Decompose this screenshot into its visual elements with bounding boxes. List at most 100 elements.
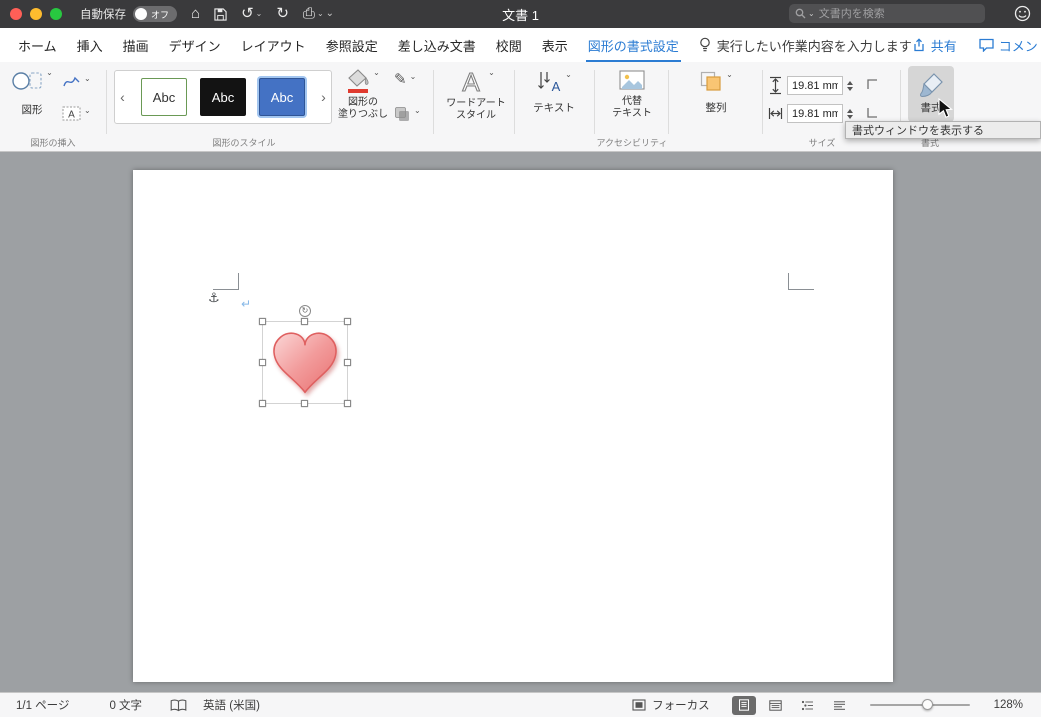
page-indicator[interactable]: 1/1 ページ — [16, 697, 69, 713]
text-box-button[interactable]: A ⌄ — [62, 106, 91, 121]
layout-options-top-button[interactable] — [866, 78, 879, 91]
save-icon[interactable] — [214, 7, 227, 21]
tab-home[interactable]: ホーム — [8, 28, 67, 62]
shape-style-option-3[interactable]: Abc — [259, 78, 305, 116]
search-scope-chevron-icon[interactable]: ⌄ — [808, 9, 815, 18]
wordart-styles-label: ワードアート スタイル — [446, 98, 506, 121]
rotate-handle[interactable]: ↻ — [299, 305, 311, 317]
wordart-styles-button[interactable]: A ⌄ ワードアート スタイル — [445, 68, 507, 122]
anchor-icon: ⚓ — [208, 290, 220, 305]
height-stepper-down-icon[interactable] — [847, 86, 853, 91]
tab-design[interactable]: デザイン — [159, 28, 231, 62]
arrange-button[interactable]: ⌄ 整列 — [690, 70, 742, 114]
web-layout-view-button[interactable] — [764, 696, 788, 715]
focus-mode-button[interactable]: フォーカス — [632, 697, 710, 713]
text-options-button[interactable]: A ⌄ テキスト — [522, 70, 586, 114]
resize-handle-bottom-middle[interactable] — [301, 400, 308, 407]
document-area[interactable]: ⚓ ↵ ↻ — [0, 152, 1041, 692]
draw-shape-button[interactable]: ⌄ — [62, 74, 91, 89]
insert-shapes-button[interactable]: ⌄ 図形 — [8, 68, 56, 116]
comments-button[interactable]: コメント — [979, 36, 1041, 55]
toolbar-customize-chevron-icon[interactable]: ⌄ — [326, 0, 334, 28]
zoom-level[interactable]: 128% — [994, 699, 1023, 711]
layout-options-bottom-button[interactable] — [866, 106, 879, 119]
tab-insert[interactable]: 挿入 — [67, 28, 113, 62]
text-box-icon: A — [62, 106, 81, 121]
minimize-button[interactable] — [30, 8, 42, 20]
document-page[interactable]: ⚓ ↵ ↻ — [133, 170, 893, 682]
close-button[interactable] — [10, 8, 22, 20]
print-dropdown-chevron-icon[interactable]: ⌄ — [317, 0, 324, 28]
undo-dropdown-chevron-icon[interactable]: ⌄ — [256, 0, 263, 28]
shape-width-icon — [768, 108, 783, 119]
margin-cropmark-right — [788, 273, 814, 290]
resize-handle-bottom-right[interactable] — [344, 400, 351, 407]
shape-effects-icon — [395, 107, 409, 121]
tab-view[interactable]: 表示 — [532, 28, 578, 62]
share-button[interactable]: 共有 — [912, 36, 957, 55]
shape-width-input[interactable] — [787, 104, 843, 123]
shape-outline-pencil-icon: ✎ — [394, 71, 407, 88]
tab-mailings[interactable]: 差し込み文書 — [388, 28, 486, 62]
home-icon[interactable]: ⌂ — [191, 0, 200, 28]
shape-height-input[interactable] — [787, 76, 843, 95]
width-stepper[interactable] — [847, 108, 853, 119]
width-stepper-up-icon[interactable] — [847, 108, 853, 113]
height-stepper[interactable] — [847, 80, 853, 91]
undo-icon[interactable]: ↺ ⌄ — [241, 0, 262, 28]
gallery-next-icon[interactable]: › — [316, 71, 331, 123]
tab-references[interactable]: 参照設定 — [316, 28, 388, 62]
search-box[interactable]: ⌄ — [789, 4, 985, 23]
search-icon — [795, 8, 806, 19]
wordart-a-icon: A — [462, 68, 481, 96]
redo-icon[interactable]: ↻ — [276, 0, 289, 28]
proofing-book-icon[interactable] — [170, 699, 187, 712]
tab-layout[interactable]: レイアウト — [231, 28, 316, 62]
alt-text-button[interactable]: 代替 テキスト — [602, 70, 662, 120]
svg-text:A: A — [68, 110, 75, 121]
resize-handle-middle-right[interactable] — [344, 358, 351, 366]
resize-handle-top-right[interactable] — [344, 318, 351, 325]
shape-fill-label: 図形の 塗りつぶし — [337, 97, 389, 120]
shape-fill-button[interactable]: ⌄ 図形の 塗りつぶし — [336, 68, 390, 121]
text-options-label: テキスト — [533, 102, 575, 114]
tab-draw[interactable]: 描画 — [113, 28, 159, 62]
gallery-prev-icon[interactable]: ‹ — [115, 71, 130, 123]
outline-view-button[interactable] — [796, 696, 820, 715]
shape-effects-button[interactable]: ⌄ — [394, 106, 421, 122]
tell-me-label: 実行したい作業内容を入力します — [716, 38, 912, 54]
print-layout-view-button[interactable] — [731, 695, 756, 715]
zoom-slider-knob[interactable] — [921, 699, 933, 710]
tab-shape-format[interactable]: 図形の書式設定 — [578, 28, 689, 62]
draft-view-button[interactable] — [828, 696, 852, 715]
share-icon — [914, 38, 924, 52]
height-stepper-up-icon[interactable] — [847, 80, 853, 85]
print-icon[interactable]: ⎙ ⌄ — [303, 0, 324, 28]
shape-outline-button[interactable]: ✎ ⌄ — [394, 72, 416, 88]
arrange-chevron-icon: ⌄ — [726, 70, 733, 79]
resize-handle-middle-left[interactable] — [259, 358, 266, 366]
search-input[interactable] — [818, 7, 969, 20]
tab-review[interactable]: 校閲 — [486, 28, 532, 62]
resize-handle-bottom-left[interactable] — [259, 400, 266, 407]
width-stepper-down-icon[interactable] — [847, 114, 853, 119]
zoom-slider[interactable] — [869, 699, 970, 710]
word-count[interactable]: 0 文字 — [109, 697, 142, 713]
resize-handle-top-left[interactable] — [259, 318, 266, 325]
shape-height-icon — [770, 76, 781, 95]
print-layout-icon — [738, 699, 749, 711]
title-bar: 自動保存 オフ ⌂ ↺ ⌄ ↻ ⎙ ⌄ ⌄ 文書 1 ⌄ — [0, 0, 1041, 28]
tell-me-box[interactable]: 実行したい作業内容を入力します — [699, 36, 912, 55]
shape-style-option-1[interactable]: Abc — [141, 78, 187, 116]
shape-selection-box[interactable]: ↻ — [259, 305, 351, 407]
language-indicator[interactable]: 英語 (米国) — [203, 697, 260, 713]
resize-handle-top-middle[interactable] — [301, 318, 308, 325]
zoom-button[interactable] — [50, 8, 62, 20]
shape-style-option-2[interactable]: Abc — [200, 78, 246, 116]
format-pane-tooltip: 書式ウィンドウを表示する — [845, 121, 1041, 139]
feedback-smiley-icon[interactable] — [1014, 5, 1031, 27]
heart-shape[interactable] — [266, 325, 344, 399]
autosave-toggle[interactable]: オフ — [133, 6, 177, 22]
autosave-state: オフ — [151, 9, 170, 20]
arrange-label: 整列 — [705, 102, 727, 114]
